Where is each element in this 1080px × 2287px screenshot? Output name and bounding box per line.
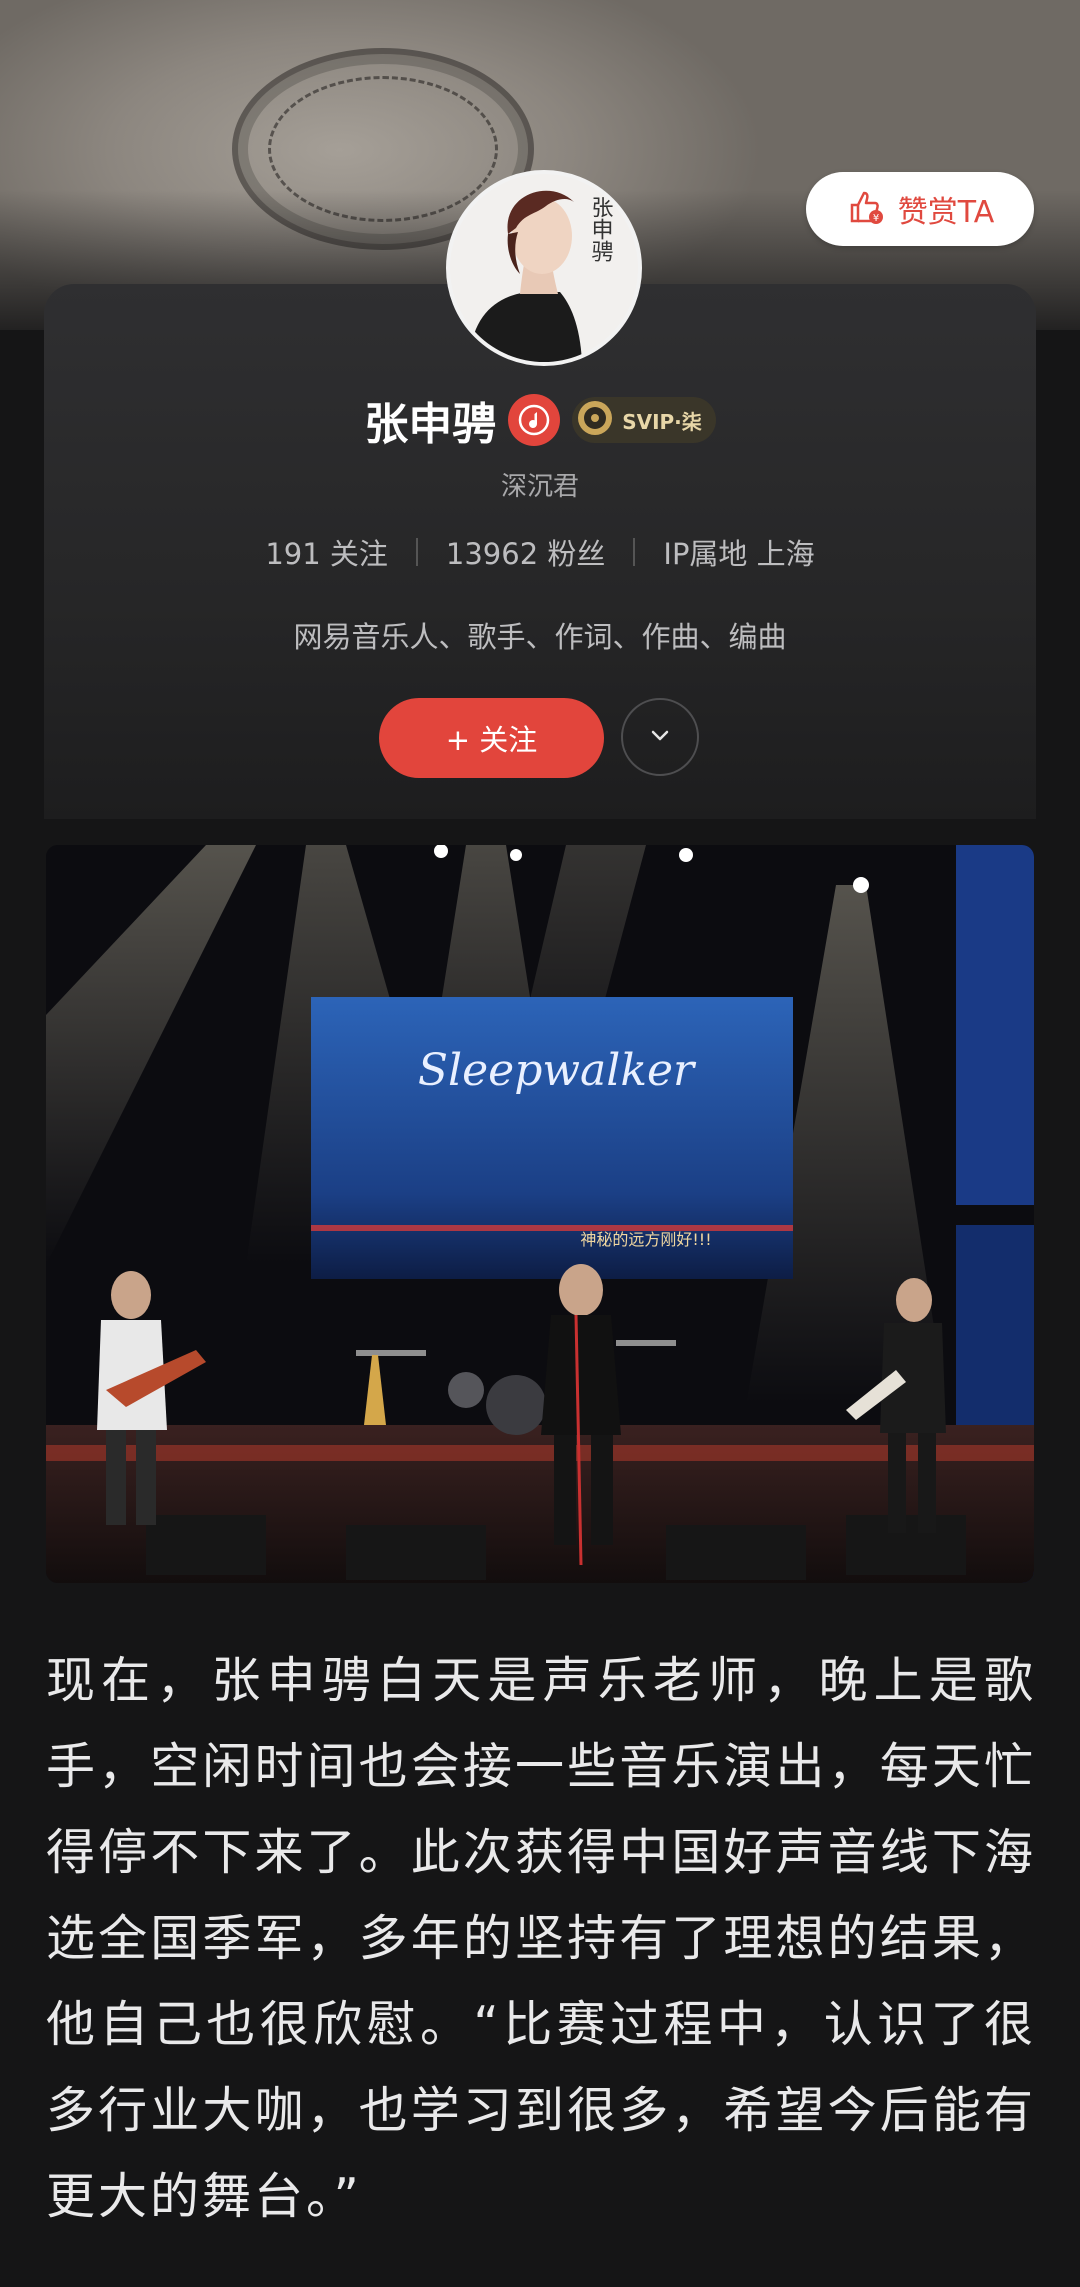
profile-stats: 191 关注 13962 粉丝 IP属地 上海 xyxy=(0,530,1080,574)
stats-divider xyxy=(633,538,636,566)
follow-button[interactable]: + 关注 xyxy=(379,698,604,778)
user-bio: 网易音乐人、歌手、作词、作曲、编曲 xyxy=(293,620,787,654)
name-row: 张申骋 SVIP·柒 xyxy=(0,390,1080,450)
avatar-signature: 张申骋 xyxy=(588,196,614,262)
svg-text:¥: ¥ xyxy=(873,213,879,224)
user-alias: 深沉君 xyxy=(500,472,579,502)
ip-location: IP属地 上海 xyxy=(663,537,815,571)
thumbs-up-coin-icon: ¥ xyxy=(846,187,886,231)
vinyl-disc-icon xyxy=(576,399,614,441)
music-note-badge-icon[interactable] xyxy=(508,394,561,446)
tip-button[interactable]: ¥ 赞赏TA xyxy=(806,172,1034,246)
following-count[interactable]: 191 关注 xyxy=(265,531,388,573)
concert-photo[interactable]: Sleepwalker 神秘的远方刚好!!! xyxy=(46,845,1034,1583)
screen-title: Sleepwalker xyxy=(418,1045,697,1096)
more-options-button[interactable] xyxy=(621,698,699,776)
tip-button-label: 赞赏TA xyxy=(897,195,995,230)
stats-divider xyxy=(415,538,418,566)
followers-count[interactable]: 13962 粉丝 xyxy=(446,531,605,573)
avatar[interactable]: 张申骋 xyxy=(446,170,642,366)
chevron-down-icon xyxy=(647,722,673,752)
user-name: 张申骋 xyxy=(364,399,497,450)
screen-subtitle: 神秘的远方刚好!!! xyxy=(580,1230,711,1249)
article-paragraph: 现在，张申骋白天是声乐老师，晚上是歌手，空闲时间也会接一些音乐演出，每天忙得停不… xyxy=(46,1652,1036,2225)
svip-label: SVIP·柒 xyxy=(622,409,702,434)
svip-badge[interactable]: SVIP·柒 xyxy=(572,397,716,443)
